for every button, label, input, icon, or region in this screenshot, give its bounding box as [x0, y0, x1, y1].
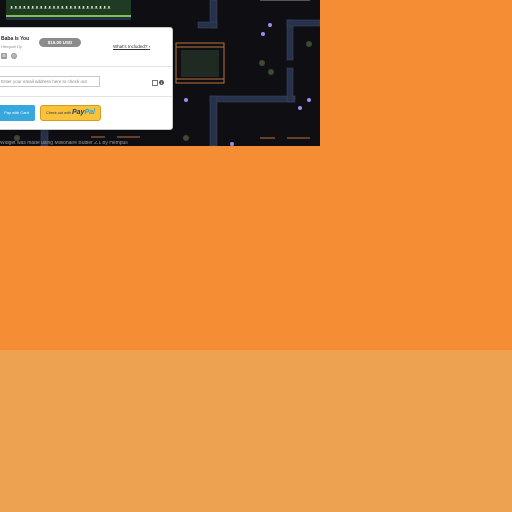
divider	[0, 96, 172, 97]
price-badge: $15.00 USD	[39, 38, 81, 47]
purchase-widget: Baba Is You Hempuli Oy ⊞ ◎ $15.00 USD Wh…	[0, 27, 173, 130]
whats-included-link[interactable]: What's Included? ›	[113, 44, 150, 49]
paypal-logo-main: Pay	[71, 109, 85, 116]
product-author: Hempuli Oy	[1, 44, 22, 49]
page-background-bottom	[0, 350, 512, 512]
terms-checkbox[interactable]	[152, 80, 158, 86]
whats-included-label: What's Included?	[113, 44, 148, 49]
product-name: Baba Is You	[1, 36, 30, 42]
game-logo-strip: ᴥᴥᴥᴥᴥᴥᴥᴥᴥᴥᴥᴥᴥᴥᴥᴥᴥᴥᴥᴥᴥᴥᴥᴥ	[6, 0, 131, 17]
divider	[0, 66, 172, 67]
paypal-logo-tail: Pal	[84, 109, 95, 116]
chevron-right-icon: ›	[148, 44, 151, 49]
pay-with-card-button[interactable]: Pay with Card	[0, 105, 35, 121]
footer-credit: Widget was made using Millionaire Buttle…	[0, 141, 128, 146]
steam-icon: ◎	[11, 53, 17, 59]
email-input[interactable]: Enter your email address here to check o…	[0, 76, 100, 87]
paypal-logo: PayPal	[72, 109, 95, 116]
paypal-prefix: Check out with	[46, 111, 71, 115]
info-icon[interactable]: i	[159, 80, 164, 85]
paypal-checkout-button[interactable]: Check out with PayPal	[40, 105, 101, 121]
game-logo-underline	[6, 17, 131, 20]
windows-icon: ⊞	[1, 53, 7, 59]
